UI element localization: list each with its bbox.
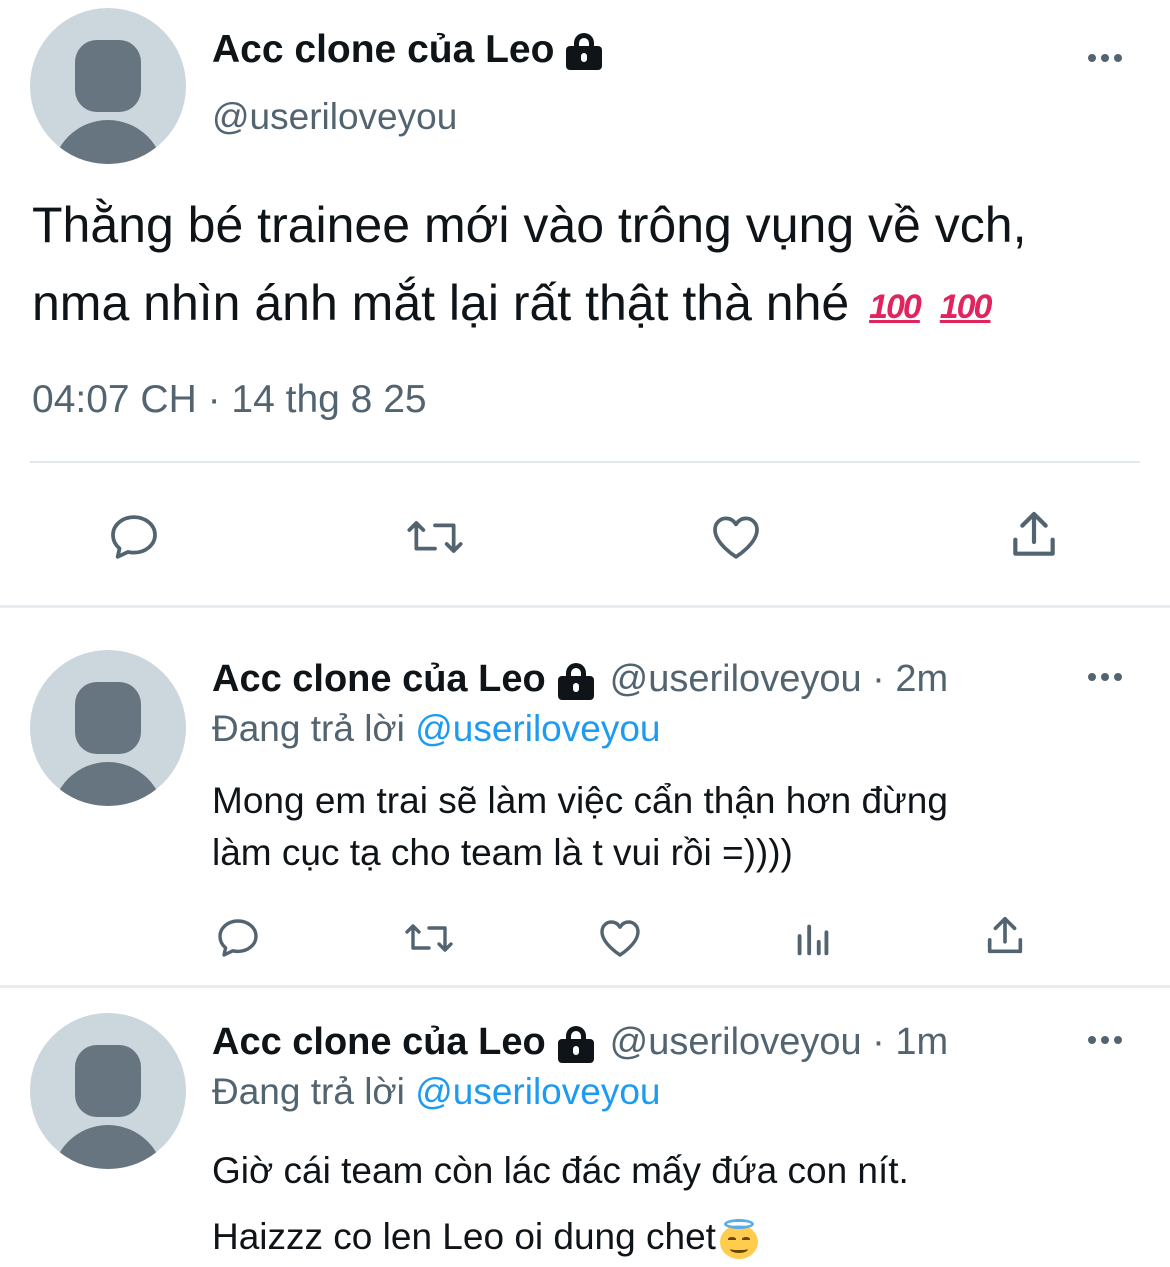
share-icon[interactable] bbox=[980, 910, 1030, 962]
retweet-icon[interactable] bbox=[400, 505, 470, 569]
mention-link[interactable]: @useriloveyou bbox=[415, 1071, 660, 1112]
avatar-head-shape bbox=[75, 682, 141, 754]
tweet-text: Giờ cái team còn lác đác mấy đứa con nít… bbox=[212, 1138, 1132, 1267]
avatar-body-shape bbox=[52, 120, 164, 164]
reply-icon[interactable] bbox=[212, 912, 264, 964]
retweet-icon[interactable] bbox=[400, 912, 458, 964]
author-name[interactable]: Acc clone của Leo bbox=[212, 1021, 546, 1064]
mention-link[interactable]: @useriloveyou bbox=[415, 708, 660, 749]
share-icon[interactable] bbox=[1002, 503, 1066, 567]
like-icon[interactable] bbox=[594, 912, 646, 964]
tweet-text: Mong em trai sẽ làm việc cẩn thận hơn đừ… bbox=[212, 775, 1132, 879]
avatar[interactable] bbox=[30, 1013, 186, 1169]
reply-header: Acc clone của Leo @useriloveyou · 2m bbox=[212, 658, 948, 701]
lock-icon bbox=[564, 33, 604, 70]
lock-icon bbox=[556, 662, 596, 700]
author-name[interactable]: Acc clone của Leo bbox=[212, 28, 554, 72]
author-name[interactable]: Acc clone của Leo bbox=[212, 658, 546, 701]
hundred-points-icon: 100 bbox=[869, 287, 922, 326]
tweet-text-line: làm cục tạ cho team là t vui rồi =)))) bbox=[212, 832, 793, 873]
avatar-head-shape bbox=[75, 1045, 141, 1117]
divider bbox=[30, 461, 1140, 463]
hundred-points-icon: 100 bbox=[939, 287, 993, 326]
avatar-body-shape bbox=[52, 762, 164, 806]
more-options-icon[interactable] bbox=[1088, 673, 1122, 681]
divider bbox=[0, 605, 1170, 608]
more-options-icon[interactable] bbox=[1088, 1036, 1122, 1044]
reply-icon[interactable] bbox=[102, 505, 166, 569]
avatar[interactable] bbox=[30, 8, 186, 164]
avatar-head-shape bbox=[75, 40, 141, 112]
like-icon[interactable] bbox=[704, 505, 768, 569]
more-options-icon[interactable] bbox=[1088, 54, 1122, 62]
tweet-text-line: Giờ cái team còn lác đác mấy đứa con nít… bbox=[212, 1150, 909, 1191]
reply-header: Acc clone của Leo @useriloveyou · 1m bbox=[212, 1021, 948, 1064]
avatar[interactable] bbox=[30, 650, 186, 806]
replying-to: Đang trả lời @useriloveyou bbox=[212, 708, 661, 749]
handle-and-time[interactable]: @useriloveyou · 2m bbox=[610, 658, 948, 701]
tweet-text-line: Mong em trai sẽ làm việc cẩn thận hơn đừ… bbox=[212, 780, 948, 821]
replying-to: Đang trả lời @useriloveyou bbox=[212, 1071, 661, 1112]
tweet-text-line: nma nhìn ánh mắt lại rất thật thà nhé 10… bbox=[32, 264, 1162, 346]
author-handle[interactable]: @useriloveyou bbox=[212, 96, 457, 138]
lock-icon bbox=[556, 1025, 596, 1063]
avatar-body-shape bbox=[52, 1125, 164, 1169]
tweet-text-line: Haizzz co len Leo oi dung chet bbox=[212, 1204, 1132, 1267]
tweet-timestamp[interactable]: 04:07 CH · 14 thg 8 25 bbox=[32, 378, 427, 422]
handle-and-time[interactable]: @useriloveyou · 1m bbox=[610, 1021, 948, 1064]
views-icon[interactable] bbox=[790, 912, 836, 964]
divider bbox=[0, 985, 1170, 988]
author-name-row[interactable]: Acc clone của Leo bbox=[212, 28, 604, 72]
tweet-text-line: Thằng bé trainee mới vào trông vụng về v… bbox=[32, 197, 1027, 253]
tweet-text: Thằng bé trainee mới vào trông vụng về v… bbox=[32, 186, 1162, 346]
smiling-face-with-halo-icon bbox=[719, 1219, 760, 1260]
